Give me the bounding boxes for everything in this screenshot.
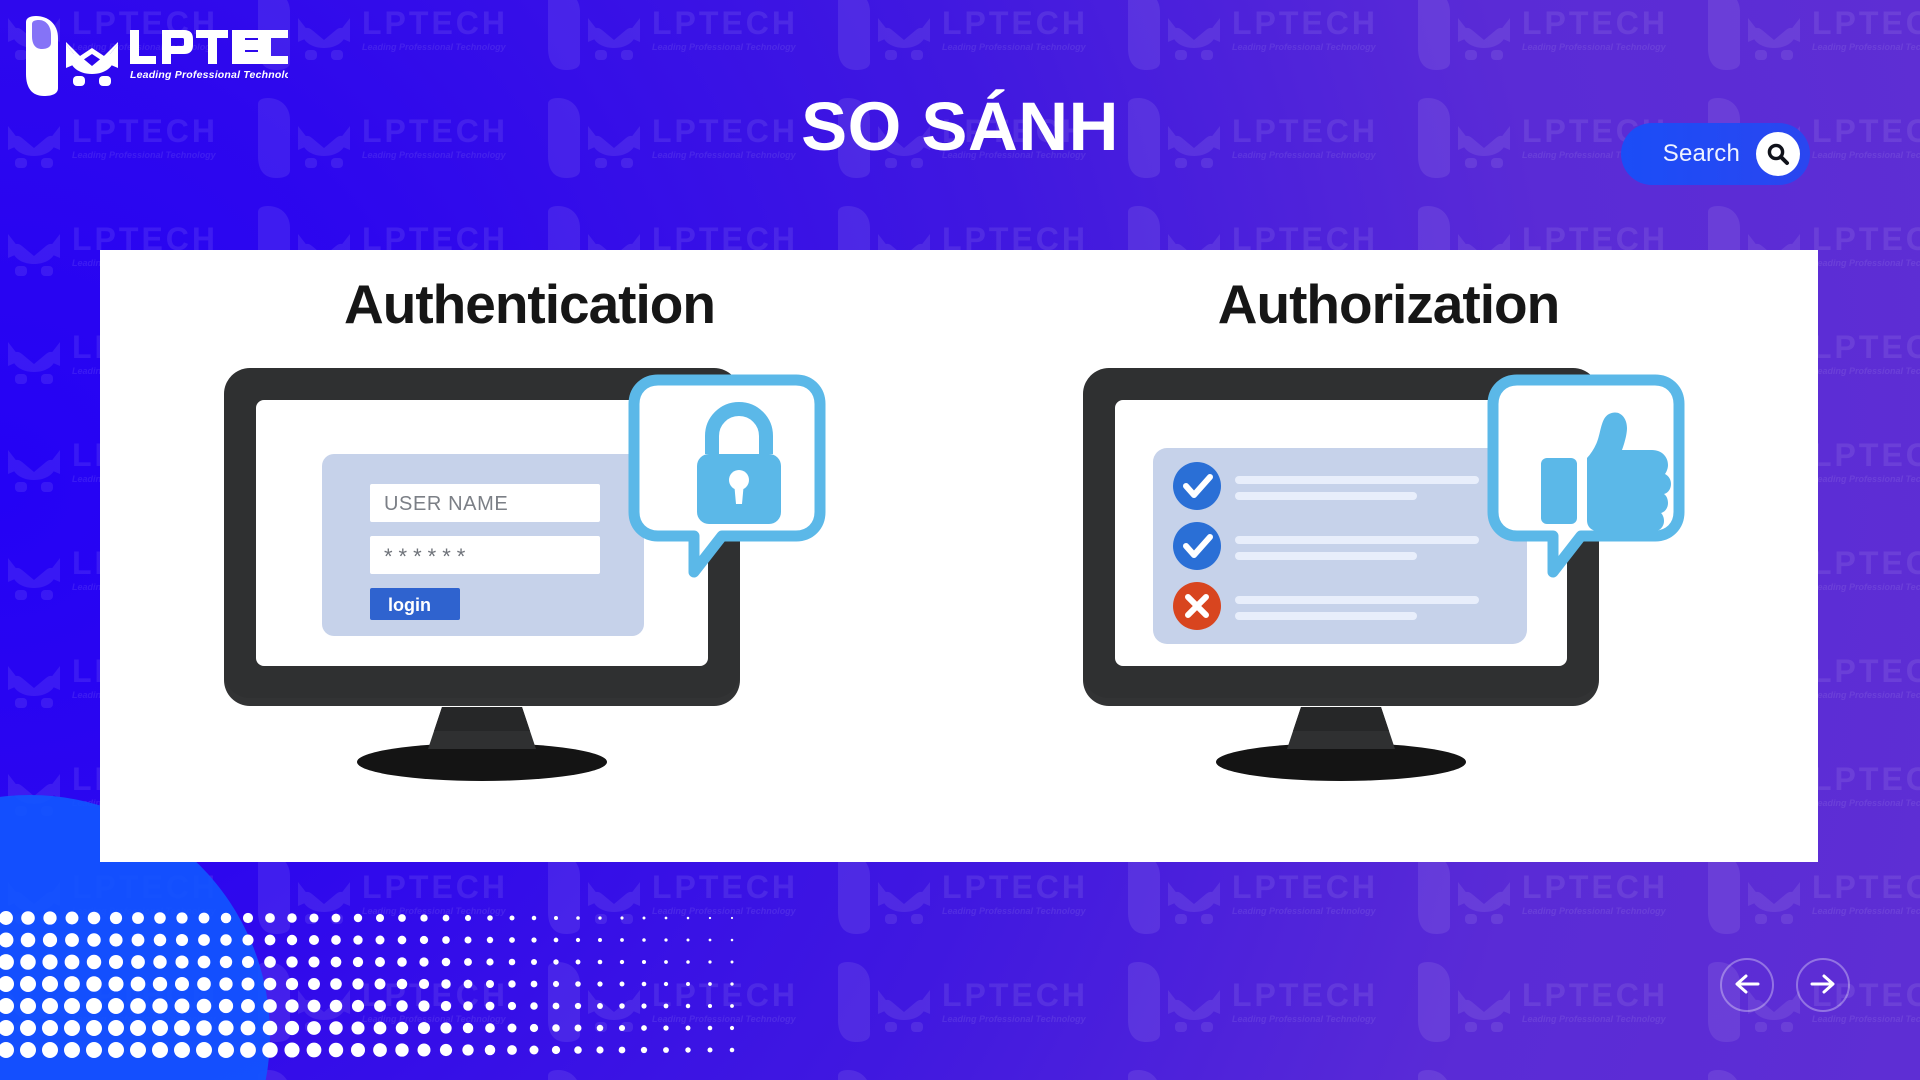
svg-text:LPTECH: LPTECH bbox=[1812, 221, 1920, 257]
watermark-logo: LPTECHLeading Professional Technology bbox=[540, 0, 810, 70]
watermark-logo: LPTECHLeading Professional Technology bbox=[1120, 1070, 1390, 1080]
svg-text:Leading Professional Technolo: Leading Professional Technology bbox=[1812, 690, 1920, 700]
watermark-logo: LPTECHLeading Professional Technology bbox=[1410, 0, 1680, 70]
svg-text:Leading Professional Technolo: Leading Professional Technology bbox=[1522, 906, 1667, 916]
authentication-illustration: USER NAME ****** login bbox=[210, 362, 850, 782]
watermark-logo: LPTECHLeading Professional Technology bbox=[830, 854, 1100, 934]
svg-text:LPTECH: LPTECH bbox=[1812, 761, 1920, 797]
arrow-right-icon bbox=[1810, 973, 1836, 998]
svg-text:LPTECH: LPTECH bbox=[1522, 5, 1668, 41]
svg-text:LPTECH: LPTECH bbox=[1232, 5, 1378, 41]
slide-canvas: LPTECH Leading Professional Technology LPT… bbox=[0, 0, 1920, 1080]
watermark-logo: LPTECHLeading Professional Technology bbox=[1410, 854, 1680, 934]
svg-text:LPTECH: LPTECH bbox=[1522, 977, 1668, 1013]
svg-text:Leading Professional Technolo: Leading Professional Technology bbox=[652, 42, 797, 52]
watermark-logo: LPTECHLeading Professional Technology bbox=[1410, 962, 1680, 1042]
svg-text:Leading Professional Technolo: Leading Professional Technology bbox=[1812, 258, 1920, 268]
watermark-logo: LPTECHLeading Professional Technology bbox=[1120, 854, 1390, 934]
watermark-logo: LPTECHLeading Professional Technology bbox=[1700, 0, 1920, 70]
watermark-logo: LPTECHLeading Professional Technology bbox=[250, 0, 520, 70]
lptech-logo: Leading Professional Technology bbox=[18, 16, 288, 96]
svg-text:LPTECH: LPTECH bbox=[652, 5, 798, 41]
decor-dot-pattern bbox=[0, 900, 760, 1080]
svg-text:Leading Professional Technolo: Leading Professional Technology bbox=[1812, 366, 1920, 376]
comparison-column-authorization: Authorization bbox=[959, 250, 1818, 862]
search-icon bbox=[1756, 132, 1800, 176]
watermark-logo: LPTECHLeading Professional Technology bbox=[1120, 0, 1390, 70]
column-title-authorization: Authorization bbox=[1217, 273, 1560, 335]
watermark-logo: LPTECHLeading Professional Technology bbox=[830, 1070, 1100, 1080]
svg-text:Leading Professional Technolo: Leading Professional Technology bbox=[1522, 1014, 1667, 1024]
svg-text:Leading Professional Technolo: Leading Professional Technology bbox=[942, 42, 1087, 52]
svg-text:Leading Professional Technolo: Leading Professional Technology bbox=[362, 42, 507, 52]
svg-text:Leading Professional Technolo: Leading Professional Technology bbox=[1232, 1014, 1377, 1024]
arrow-left-icon bbox=[1734, 973, 1760, 998]
svg-text:Leading Professional Technolo: Leading Professional Technology bbox=[1812, 906, 1920, 916]
slide-navigation bbox=[1720, 958, 1850, 1012]
svg-text:Leading Professional Technolo: Leading Professional Technology bbox=[1232, 906, 1377, 916]
svg-text:******: ****** bbox=[384, 544, 471, 569]
column-title-authentication: Authentication bbox=[344, 273, 716, 335]
watermark-logo: LPTECHLeading Professional Technology bbox=[830, 962, 1100, 1042]
watermark-logo: LPTECHLeading Professional Technology bbox=[1120, 962, 1390, 1042]
svg-text:Leading Professional Technolo: Leading Professional Technology bbox=[942, 906, 1087, 916]
svg-text:Leading Professional Technolo: Leading Professional Technology bbox=[1812, 474, 1920, 484]
svg-text:LPTECH: LPTECH bbox=[1232, 977, 1378, 1013]
svg-text:Leading Professional Technolo: Leading Professional Technology bbox=[1232, 42, 1377, 52]
search-button-label: Search bbox=[1662, 140, 1740, 167]
svg-text:LPTECH: LPTECH bbox=[1232, 869, 1378, 905]
watermark-logo: LPTECHLeading Professional Technology bbox=[1700, 854, 1920, 934]
svg-text:LPTECH: LPTECH bbox=[1812, 653, 1920, 689]
svg-text:LPTECH: LPTECH bbox=[1522, 869, 1668, 905]
authorization-illustration bbox=[1069, 362, 1709, 782]
search-button[interactable]: Search bbox=[1620, 123, 1810, 185]
svg-text:LPTECH: LPTECH bbox=[942, 5, 1088, 41]
watermark-logo: LPTECHLeading Professional Technology bbox=[1410, 1070, 1680, 1080]
svg-text:Leading Professional Technolo: Leading Professional Technology bbox=[1812, 798, 1920, 808]
svg-text:Leading Professional Technolo: Leading Professional Technology bbox=[1522, 42, 1667, 52]
svg-text:LPTECH: LPTECH bbox=[1812, 545, 1920, 581]
svg-text:Leading Professional Technolo: Leading Professional Technology bbox=[1812, 42, 1920, 52]
prev-slide-button[interactable] bbox=[1720, 958, 1774, 1012]
svg-text:LPTECH: LPTECH bbox=[1812, 5, 1920, 41]
svg-text:LPTECH: LPTECH bbox=[942, 977, 1088, 1013]
watermark-logo: LPTECHLeading Professional Technology bbox=[1700, 1070, 1920, 1080]
watermark-logo: LPTECHLeading Professional Technology bbox=[830, 0, 1100, 70]
comparison-panel: Authentication USER NAME ****** login Au… bbox=[100, 250, 1818, 862]
comparison-column-authentication: Authentication USER NAME ****** login bbox=[100, 250, 959, 862]
svg-text:Leading Professional Technolo: Leading Professional Technology bbox=[1812, 582, 1920, 592]
next-slide-button[interactable] bbox=[1796, 958, 1850, 1012]
svg-text:LPTECH: LPTECH bbox=[1812, 869, 1920, 905]
svg-text:login: login bbox=[388, 595, 431, 615]
svg-text:Leading Professional Technolo: Leading Professional Technology bbox=[130, 69, 288, 81]
svg-text:LPTECH: LPTECH bbox=[942, 869, 1088, 905]
svg-text:LPTECH: LPTECH bbox=[1812, 437, 1920, 473]
svg-text:Leading Professional Technolo: Leading Professional Technology bbox=[1812, 1014, 1920, 1024]
svg-text:Leading Professional Technolo: Leading Professional Technology bbox=[942, 1014, 1087, 1024]
svg-text:LPTECH: LPTECH bbox=[362, 5, 508, 41]
svg-text:LPTECH: LPTECH bbox=[1812, 329, 1920, 365]
username-placeholder: USER NAME bbox=[384, 493, 508, 515]
